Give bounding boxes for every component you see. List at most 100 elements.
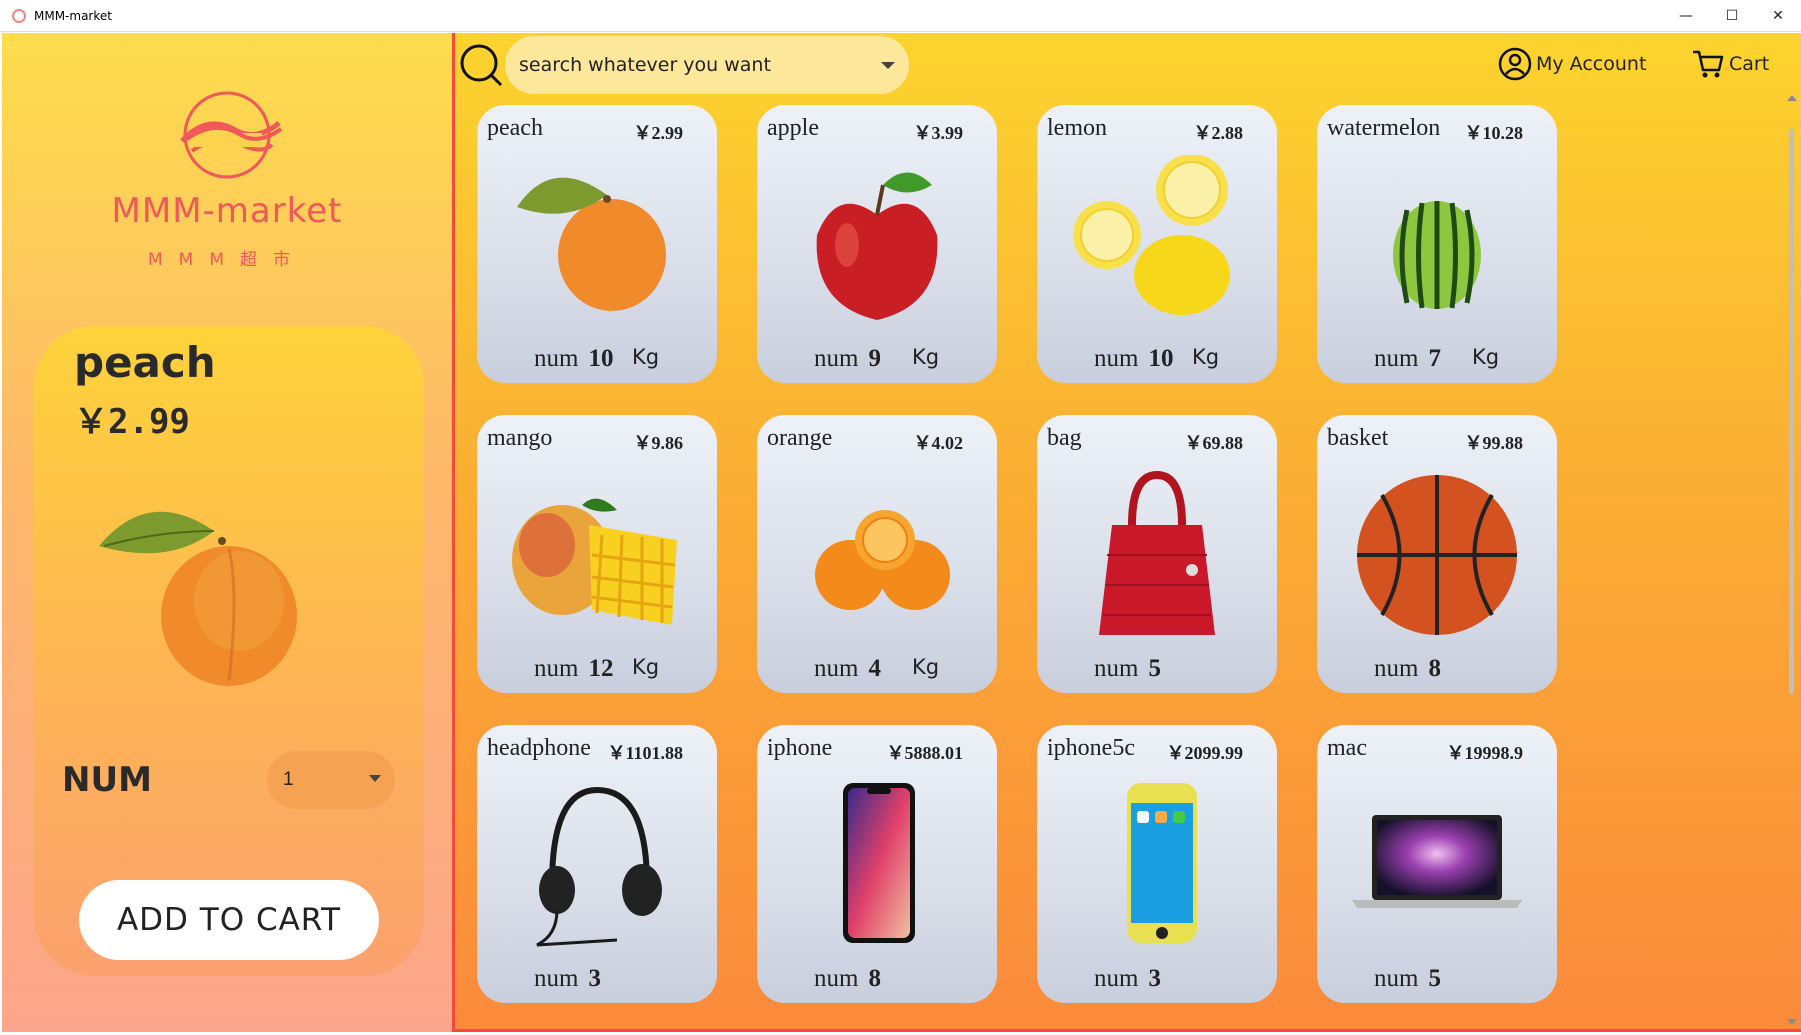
stock-value: 9 xyxy=(868,345,881,372)
search-icon[interactable] xyxy=(459,43,503,87)
product-price: ￥2.99 xyxy=(633,123,684,143)
num-label: num xyxy=(1374,965,1419,992)
product-price: ￥1101.88 xyxy=(607,743,683,763)
product-card[interactable]: basket ￥99.88 num 8 xyxy=(1317,415,1557,693)
window-controls: — ☐ ✕ xyxy=(1663,0,1801,32)
my-account-label: My Account xyxy=(1536,53,1647,75)
stock-num: num 3 xyxy=(1094,965,1161,993)
peach-icon xyxy=(517,177,666,311)
my-account-link[interactable]: My Account xyxy=(1498,44,1646,84)
stock-value: 10 xyxy=(1148,345,1174,372)
product-card[interactable]: bag ￥69.88 num 5 xyxy=(1037,415,1277,693)
stock-value: 5 xyxy=(1428,965,1441,992)
product-name: headphone xyxy=(487,735,591,761)
close-button[interactable]: ✕ xyxy=(1755,0,1801,32)
logo-subtitle: MMM超市 xyxy=(147,250,306,270)
stock-num: num 3 xyxy=(534,965,601,993)
product-card[interactable]: mac ￥19998.9 num 5 xyxy=(1317,725,1557,1003)
product-price: ￥69.88 xyxy=(1184,433,1244,453)
bag-icon xyxy=(1099,470,1215,635)
quantity-value: 1 xyxy=(283,769,294,790)
product-card[interactable]: mango ￥9.86 num 12 Kg xyxy=(477,415,717,693)
product-price: ￥10.28 xyxy=(1464,123,1524,143)
mango-icon xyxy=(512,498,677,625)
product-price: ￥9.86 xyxy=(633,433,684,453)
product-card[interactable]: apple ￥3.99 num 9 Kg xyxy=(757,105,997,383)
quantity-dropdown[interactable]: 1 xyxy=(267,751,395,809)
stock-num: num 8 xyxy=(814,965,881,993)
detail-product-price: ￥2.99 xyxy=(74,402,190,442)
stock-unit: Kg xyxy=(632,345,660,369)
stock-num: num 12 xyxy=(534,655,613,683)
orange-icon xyxy=(815,510,950,610)
num-label: num xyxy=(534,345,579,372)
product-name: bag xyxy=(1047,425,1082,451)
cart-icon xyxy=(1693,50,1724,78)
search-placeholder: search whatever you want xyxy=(519,54,771,76)
cart-link[interactable]: Cart xyxy=(1691,44,1769,84)
num-label: num xyxy=(1094,655,1139,682)
product-price: ￥19998.9 xyxy=(1446,743,1524,763)
stock-num: num 5 xyxy=(1374,965,1441,993)
logo-icon xyxy=(180,91,283,179)
cart-label: Cart xyxy=(1729,53,1770,75)
stock-num: num 7 xyxy=(1374,345,1441,373)
iphone5c-icon xyxy=(1127,783,1197,943)
product-name: peach xyxy=(487,115,543,141)
stock-value: 8 xyxy=(868,965,881,992)
stock-num: num 9 xyxy=(814,345,881,373)
num-label: num xyxy=(814,345,859,372)
main-content: search whatever you want My Account Cart… xyxy=(452,33,1801,1032)
product-name: iphone xyxy=(767,735,833,761)
scroll-up-icon[interactable] xyxy=(1787,95,1797,101)
stock-value: 5 xyxy=(1148,655,1161,682)
logo-text: MMM-market xyxy=(111,191,343,231)
stock-value: 10 xyxy=(588,345,614,372)
product-price: ￥3.99 xyxy=(913,123,964,143)
product-name: apple xyxy=(767,115,819,141)
add-to-cart-button[interactable]: ADD TO CART xyxy=(79,880,379,960)
chevron-down-icon[interactable] xyxy=(881,62,895,69)
product-name: basket xyxy=(1327,425,1389,451)
scroll-down-icon[interactable] xyxy=(1787,1019,1797,1025)
stock-value: 3 xyxy=(1148,965,1161,992)
stock-num: num 5 xyxy=(1094,655,1161,683)
apple-icon xyxy=(816,172,938,320)
product-card[interactable]: iphone5c ￥2099.99 num 3 xyxy=(1037,725,1277,1003)
search-input[interactable]: search whatever you want xyxy=(505,36,909,94)
logo: MMM-market MMM超市 xyxy=(97,83,357,270)
num-label: num xyxy=(534,655,579,682)
scroll-thumb[interactable] xyxy=(1789,129,1794,694)
product-name: iphone5c xyxy=(1047,735,1135,761)
product-name: watermelon xyxy=(1327,115,1441,141)
stock-num: num 10 xyxy=(1094,345,1173,373)
product-card[interactable]: lemon ￥2.88 num 10 Kg xyxy=(1037,105,1277,383)
stock-unit: Kg xyxy=(1472,345,1500,369)
scrollbar[interactable] xyxy=(1786,93,1798,1027)
window-titlebar: MMM-market — ☐ ✕ xyxy=(0,0,1801,32)
window-title: MMM-market xyxy=(34,8,112,23)
product-card[interactable]: watermelon ￥10.28 num 7 Kg xyxy=(1317,105,1557,383)
num-label: num xyxy=(534,965,579,992)
minimize-button[interactable]: — xyxy=(1663,0,1709,32)
laptop-icon xyxy=(1352,815,1522,908)
num-label: num xyxy=(814,965,859,992)
sidebar: MMM-market MMM超市 peach ￥2.99 NUM 1 ADD T… xyxy=(2,33,452,1032)
product-price: ￥99.88 xyxy=(1464,433,1524,453)
num-label: num xyxy=(1374,655,1419,682)
num-label: num xyxy=(1094,345,1139,372)
product-price: ￥2.88 xyxy=(1193,123,1244,143)
stock-value: 7 xyxy=(1428,345,1441,372)
headphone-icon xyxy=(536,786,662,947)
stock-unit: Kg xyxy=(912,655,940,679)
maximize-button[interactable]: ☐ xyxy=(1709,0,1755,32)
product-price: ￥5888.01 xyxy=(886,743,964,763)
product-card[interactable]: headphone ￥1101.88 num 3 xyxy=(477,725,717,1003)
peach-image xyxy=(99,511,297,686)
chevron-down-icon xyxy=(369,775,381,782)
product-card[interactable]: orange ￥4.02 num 4 Kg xyxy=(757,415,997,693)
product-card[interactable]: peach ￥2.99 num 10 Kg xyxy=(477,105,717,383)
product-name: lemon xyxy=(1047,115,1107,141)
num-label: num xyxy=(1094,965,1139,992)
product-card[interactable]: iphone ￥5888.01 num 8 xyxy=(757,725,997,1003)
